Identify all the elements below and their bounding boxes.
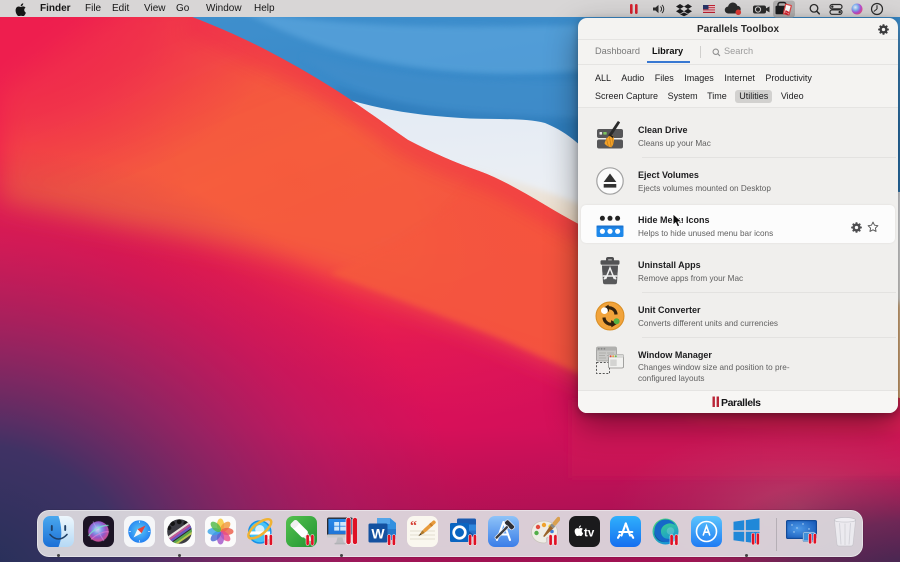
svg-text:“: “	[410, 519, 417, 534]
svg-text:W: W	[371, 526, 385, 542]
svg-text:tv: tv	[584, 528, 595, 540]
svg-text:Parallels: Parallels	[721, 397, 761, 408]
